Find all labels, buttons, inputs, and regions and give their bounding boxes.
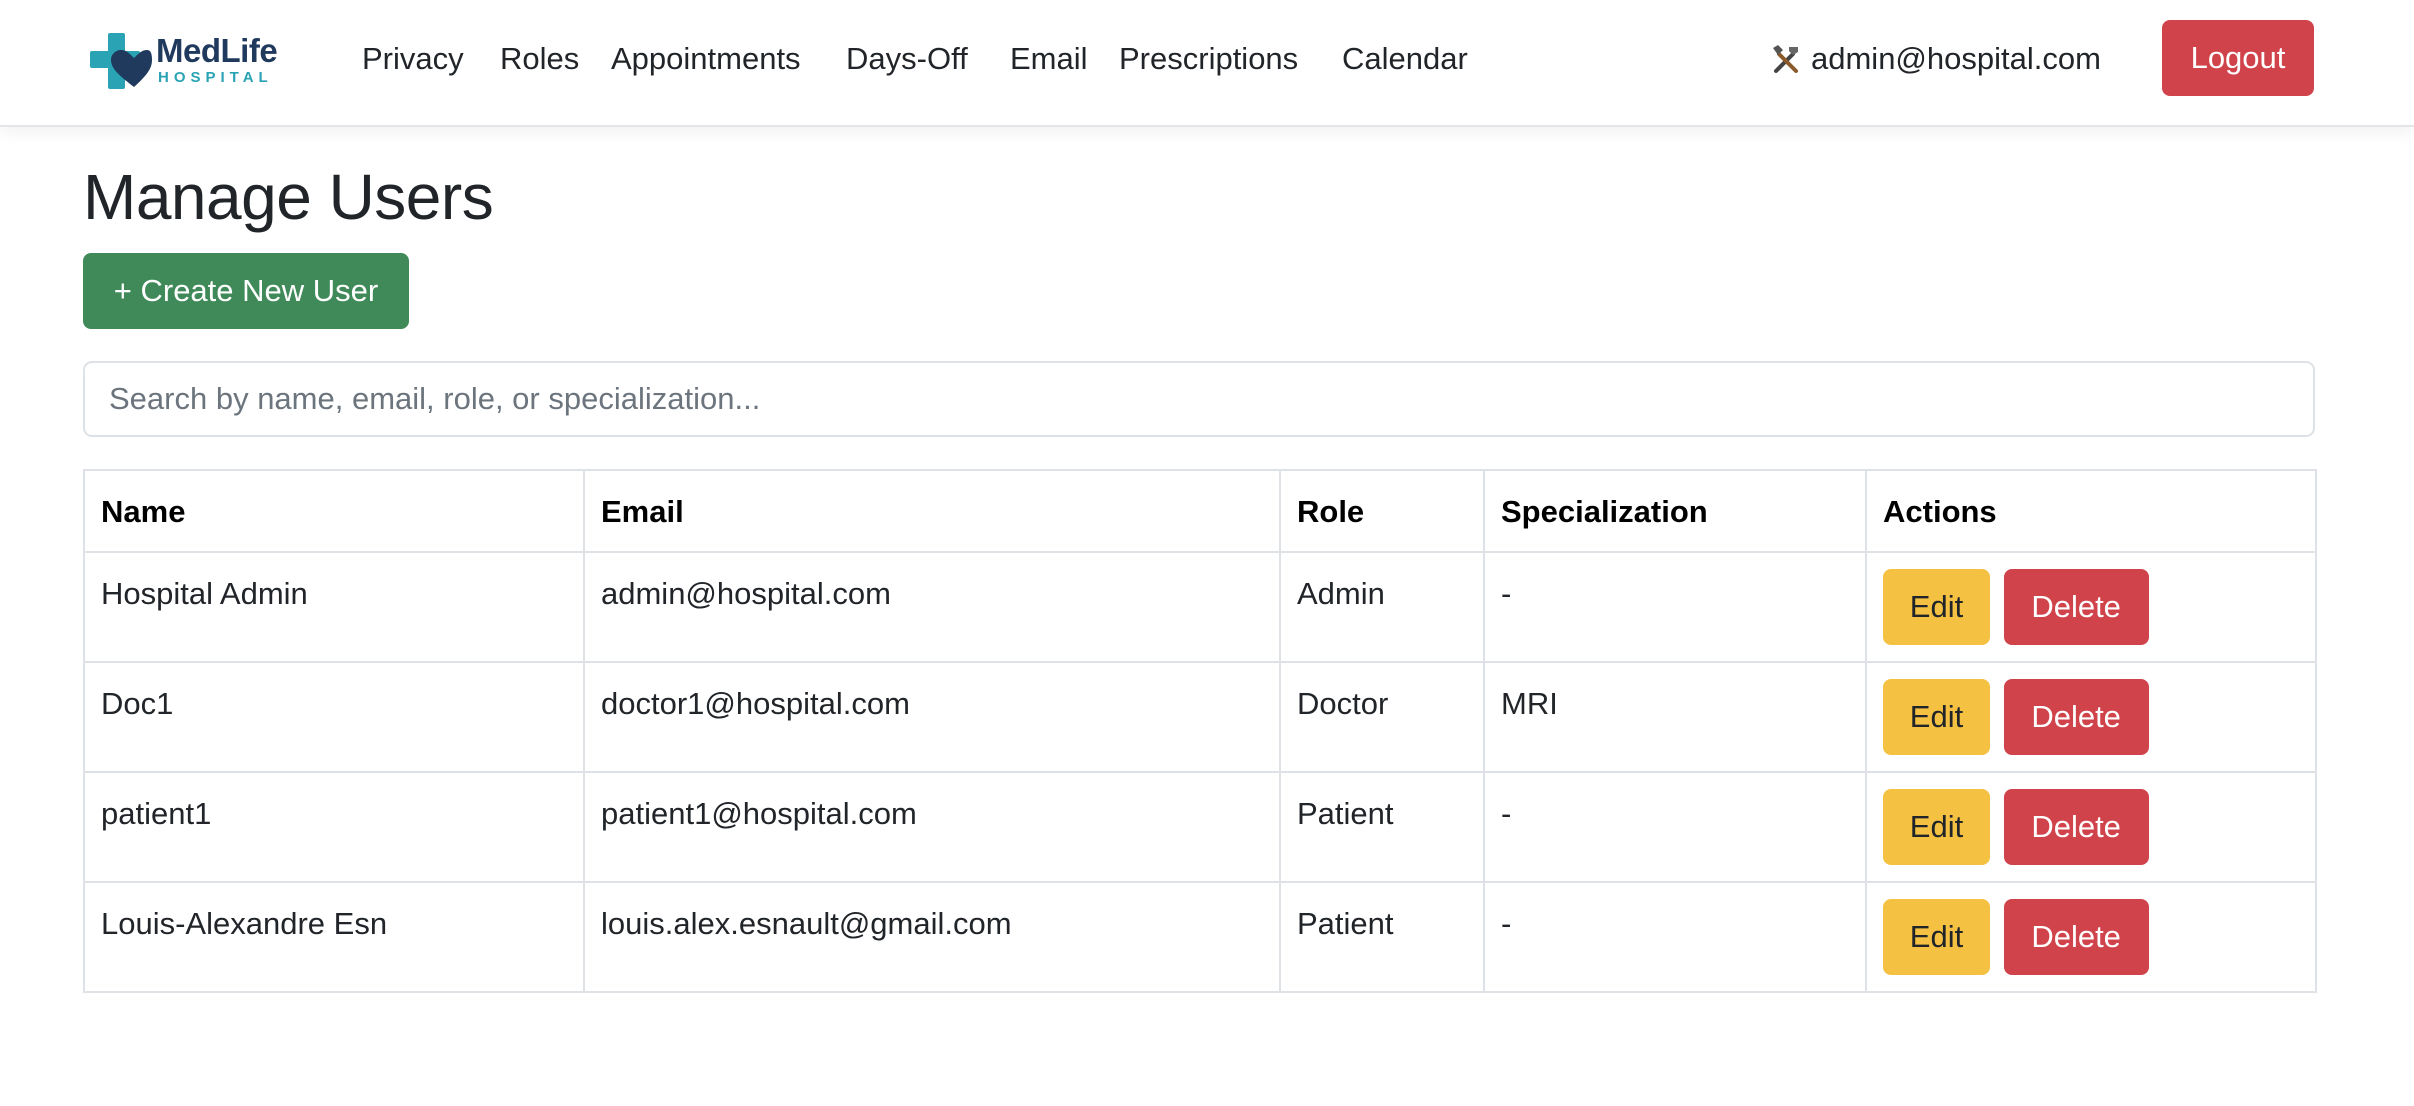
page-title: Manage Users — [83, 161, 494, 233]
cell-role: Patient — [1279, 881, 1485, 993]
tools-icon — [1773, 44, 1798, 73]
delete-button[interactable]: Delete — [2003, 679, 2149, 755]
column-header-role: Role — [1279, 469, 1485, 553]
edit-button[interactable]: Edit — [1883, 899, 1990, 975]
user-email: admin@hospital.com — [1811, 41, 2101, 76]
cell-email: patient1@hospital.com — [583, 771, 1281, 883]
nav-link-appointments[interactable]: Appointments — [611, 40, 801, 77]
cross-heart-logo-icon — [90, 33, 152, 89]
cell-actions: Edit Delete — [1865, 771, 2317, 883]
edit-button[interactable]: Edit — [1883, 789, 1990, 865]
delete-button[interactable]: Delete — [2003, 569, 2149, 645]
cell-actions: Edit Delete — [1865, 881, 2317, 993]
table-row: Doc1 doctor1@hospital.com Doctor MRI Edi… — [83, 661, 2317, 773]
column-header-specialization: Specialization — [1483, 469, 1867, 553]
cell-role: Doctor — [1279, 661, 1485, 773]
cell-specialization: - — [1483, 551, 1867, 663]
cell-actions: Edit Delete — [1865, 661, 2317, 773]
column-header-actions: Actions — [1865, 469, 2317, 553]
brand-subtitle: HOSPITAL — [158, 69, 273, 86]
column-header-name: Name — [83, 469, 585, 553]
cell-name: Hospital Admin — [83, 551, 585, 663]
brand-name: MedLife — [156, 32, 278, 69]
current-user: admin@hospital.com — [1769, 40, 2101, 77]
cell-role: Patient — [1279, 771, 1485, 883]
nav-link-roles[interactable]: Roles — [500, 40, 579, 77]
cell-role: Admin — [1279, 551, 1485, 663]
cell-specialization: - — [1483, 881, 1867, 993]
top-navbar: MedLife HOSPITAL Privacy Roles Appointme… — [0, 0, 2414, 127]
logout-button[interactable]: Logout — [2162, 20, 2314, 96]
cell-specialization: MRI — [1483, 661, 1867, 773]
cell-email: louis.alex.esnault@gmail.com — [583, 881, 1281, 993]
edit-button[interactable]: Edit — [1883, 569, 1990, 645]
cell-name: Louis-Alexandre Esn — [83, 881, 585, 993]
table-header-row: Name Email Role Specialization Actions — [83, 469, 2317, 553]
delete-button[interactable]: Delete — [2003, 899, 2149, 975]
nav-link-privacy[interactable]: Privacy — [362, 40, 464, 77]
users-table: Name Email Role Specialization Actions H… — [83, 469, 2317, 993]
cell-email: doctor1@hospital.com — [583, 661, 1281, 773]
table-row: Hospital Admin admin@hospital.com Admin … — [83, 551, 2317, 663]
edit-button[interactable]: Edit — [1883, 679, 1990, 755]
nav-link-prescriptions[interactable]: Prescriptions — [1119, 40, 1298, 77]
table-row: Louis-Alexandre Esn louis.alex.esnault@g… — [83, 881, 2317, 993]
search-input[interactable] — [83, 361, 2315, 437]
column-header-email: Email — [583, 469, 1281, 553]
cell-name: patient1 — [83, 771, 585, 883]
cell-specialization: - — [1483, 771, 1867, 883]
nav-link-email[interactable]: Email — [1010, 40, 1088, 77]
cell-actions: Edit Delete — [1865, 551, 2317, 663]
nav-link-days-off[interactable]: Days-Off — [846, 40, 968, 77]
delete-button[interactable]: Delete — [2003, 789, 2149, 865]
cell-name: Doc1 — [83, 661, 585, 773]
create-user-button[interactable]: + Create New User — [83, 253, 409, 329]
cell-email: admin@hospital.com — [583, 551, 1281, 663]
brand-logo[interactable]: MedLife HOSPITAL — [90, 30, 290, 92]
nav-link-calendar[interactable]: Calendar — [1342, 40, 1468, 77]
table-row: patient1 patient1@hospital.com Patient -… — [83, 771, 2317, 883]
